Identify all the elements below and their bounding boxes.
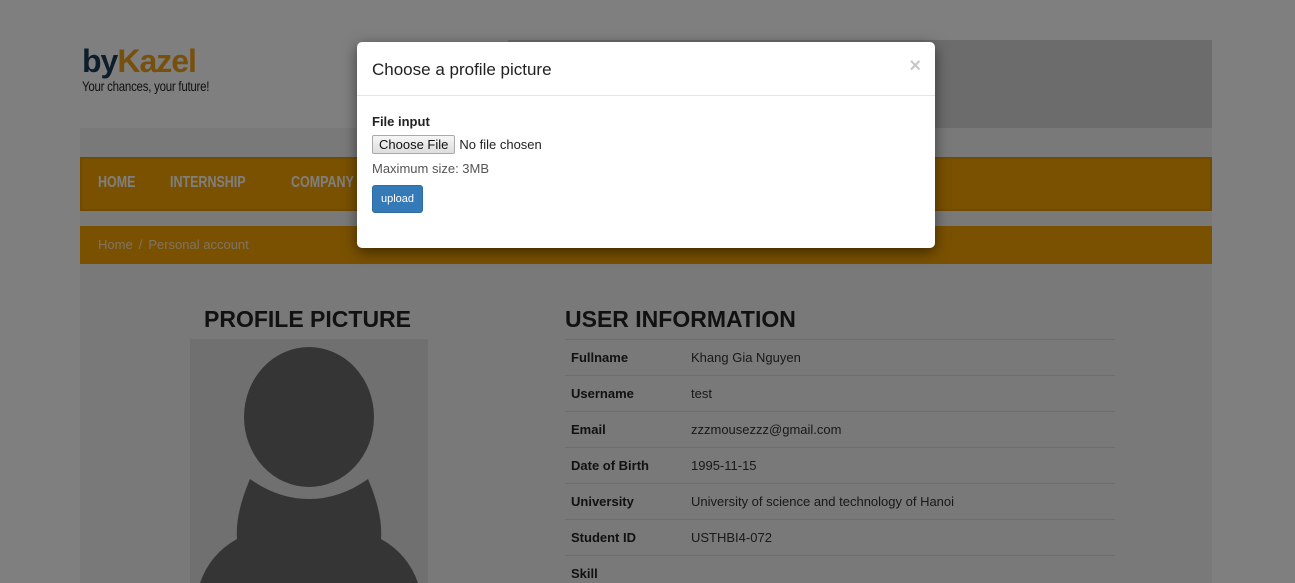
modal-body: File input Choose File No file chosen Ma…	[357, 96, 935, 231]
page-background: byKazel Your chances, your future! HOME …	[0, 0, 1295, 583]
choose-file-button[interactable]: Choose File	[372, 135, 456, 154]
modal-header: Choose a profile picture ×	[357, 42, 935, 96]
file-status-text: No file chosen	[459, 137, 542, 152]
close-icon[interactable]: ×	[909, 56, 921, 76]
file-input-label: File input	[372, 114, 430, 129]
profile-picture-modal: Choose a profile picture × File input Ch…	[357, 42, 935, 248]
max-size-help: Maximum size: 3MB	[372, 161, 490, 176]
upload-button[interactable]: upload	[372, 185, 424, 213]
file-input: Choose File No file chosen	[372, 135, 920, 154]
modal-title: Choose a profile picture	[372, 60, 552, 79]
